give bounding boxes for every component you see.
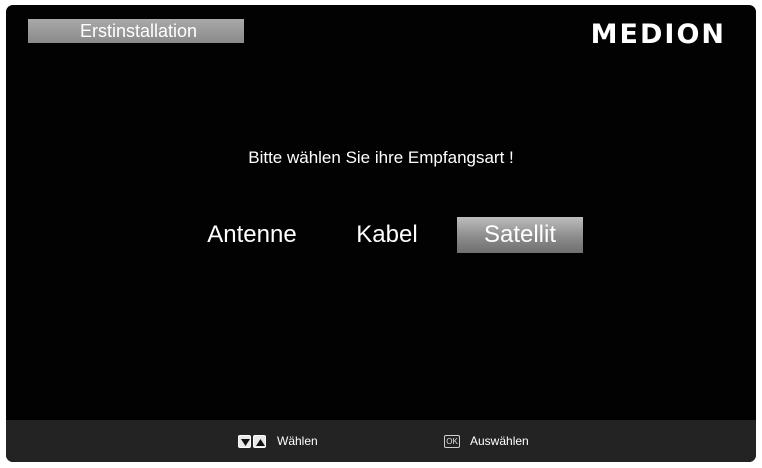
reception-type-prompt: Bitte wählen Sie ihre Empfangsart ! xyxy=(248,148,514,167)
option-kabel[interactable]: Kabel xyxy=(351,217,423,253)
page-title: Erstinstallation xyxy=(28,19,244,43)
ok-key-icon: OK xyxy=(444,434,460,448)
select-hint: Wählen xyxy=(238,420,318,462)
arrow-up-icon xyxy=(253,434,266,448)
arrow-down-icon xyxy=(238,434,251,448)
confirm-hint: OK Auswählen xyxy=(444,420,529,462)
select-hint-label: Wählen xyxy=(277,434,318,448)
confirm-hint-label: Auswählen xyxy=(470,434,529,448)
medion-logo: MEDION xyxy=(590,19,726,50)
tv-screen: Erstinstallation MEDION Bitte wählen Sie… xyxy=(6,5,756,462)
help-bar: Wählen OK Auswählen xyxy=(6,420,756,462)
option-antenne[interactable]: Antenne xyxy=(202,217,302,253)
option-satellit[interactable]: Satellit xyxy=(457,217,583,253)
